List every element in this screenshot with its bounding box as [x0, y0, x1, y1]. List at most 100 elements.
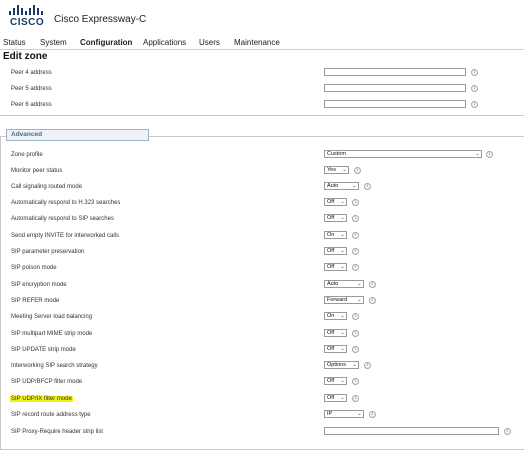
nav-users[interactable]: Users — [199, 38, 220, 47]
page-title: Edit zone — [3, 51, 48, 62]
info-icon[interactable]: i — [369, 281, 376, 288]
nav-configuration[interactable]: Configuration — [80, 38, 132, 47]
sip-update-strip-mode-value: Off — [327, 346, 335, 352]
sip-poison-mode-value: Off — [327, 264, 335, 270]
info-icon[interactable]: i — [369, 297, 376, 304]
info-icon[interactable]: i — [352, 248, 359, 255]
logo-text: CISCO — [10, 17, 45, 28]
sip-proxy-require-strip-list-input[interactable] — [324, 427, 499, 435]
info-icon[interactable]: i — [352, 346, 359, 353]
meeting-server-load-balancing-label: Meeting Server load balancing — [11, 314, 93, 320]
interworking-sip-search-strategy-select[interactable]: Options ⌄ — [324, 361, 359, 369]
info-icon[interactable]: i — [352, 313, 359, 320]
info-icon[interactable]: i — [352, 330, 359, 337]
sip-udp-bfcp-filter-mode-label: SIP UDP/BFCP filter mode — [11, 379, 83, 385]
send-empty-invite-select[interactable]: On ⌄ — [324, 231, 347, 239]
info-icon[interactable]: i — [364, 183, 371, 190]
monitor-peer-status-select[interactable]: Yes ⌄ — [324, 166, 349, 174]
interworking-sip-search-strategy-value: Options — [327, 362, 346, 368]
sip-searches-value: Off — [327, 215, 335, 221]
call-signaling-routed-mode-select[interactable]: Auto ⌄ — [324, 182, 359, 190]
sip-update-strip-mode-label: SIP UPDATE strip mode — [11, 347, 76, 353]
nav-status[interactable]: Status — [3, 38, 26, 47]
cisco-bars-icon — [9, 5, 43, 15]
main-nav: Status System Configuration Applications… — [0, 37, 524, 50]
sip-poison-mode-select[interactable]: Off ⌄ — [324, 263, 347, 271]
chevron-down-icon: ⌄ — [340, 395, 345, 401]
sip-multipart-mime-strip-mode-select[interactable]: Off ⌄ — [324, 329, 347, 337]
nav-maintenance[interactable]: Maintenance — [234, 38, 280, 47]
nav-applications[interactable]: Applications — [143, 38, 186, 47]
sip-multipart-mime-strip-mode-label: SIP multipart MIME strip mode — [11, 331, 93, 337]
sip-update-strip-mode-select[interactable]: Off ⌄ — [324, 345, 347, 353]
sip-parameter-preservation-label: SIP parameter preservation — [11, 249, 85, 255]
peer-6-label: Peer 6 address — [11, 102, 52, 108]
peer-5-input[interactable] — [324, 84, 466, 92]
nav-system[interactable]: System — [40, 38, 67, 47]
peer-5-label: Peer 5 address — [11, 86, 52, 92]
info-icon[interactable]: i — [352, 215, 359, 222]
info-icon[interactable]: i — [352, 395, 359, 402]
info-icon[interactable]: i — [364, 362, 371, 369]
zone-profile-value: Custom — [327, 151, 346, 157]
info-icon[interactable]: i — [352, 378, 359, 385]
sip-udp-ix-filter-mode-label: SIP UDP/IX filter mode — [10, 396, 73, 402]
chevron-down-icon: ⌄ — [357, 297, 362, 303]
sip-udp-bfcp-filter-mode-value: Off — [327, 378, 335, 384]
info-icon[interactable]: i — [471, 85, 478, 92]
sip-searches-select[interactable]: Off ⌄ — [324, 214, 347, 222]
info-icon[interactable]: i — [369, 411, 376, 418]
peer-4-input[interactable] — [324, 68, 466, 76]
peer-6-input[interactable] — [324, 100, 466, 108]
sip-record-route-address-type-select[interactable]: IP ⌄ — [324, 410, 364, 418]
sip-poison-mode-label: SIP poison mode — [11, 265, 57, 271]
monitor-peer-status-label: Monitor peer status — [11, 168, 63, 174]
sip-refer-mode-select[interactable]: Forward ⌄ — [324, 296, 364, 304]
zone-profile-label: Zone profile — [11, 152, 43, 158]
info-icon[interactable]: i — [352, 264, 359, 271]
sip-proxy-require-strip-list-label: SIP Proxy-Require header strip list — [11, 429, 103, 435]
peer-4-label: Peer 4 address — [11, 70, 52, 76]
chevron-down-icon: ⌄ — [340, 199, 345, 205]
chevron-down-icon: ⌄ — [340, 346, 345, 352]
info-icon[interactable]: i — [486, 151, 493, 158]
sip-refer-mode-label: SIP REFER mode — [11, 298, 60, 304]
zone-profile-select[interactable]: Custom ⌄ — [324, 150, 482, 158]
info-icon[interactable]: i — [352, 232, 359, 239]
sip-udp-bfcp-filter-mode-select[interactable]: Off ⌄ — [324, 377, 347, 385]
info-icon[interactable]: i — [471, 69, 478, 76]
chevron-down-icon: ⌄ — [340, 215, 345, 221]
info-icon[interactable]: i — [504, 428, 511, 435]
sip-encryption-mode-label: SIP encryption mode — [11, 282, 67, 288]
info-icon[interactable]: i — [354, 167, 361, 174]
chevron-down-icon: ⌄ — [340, 313, 345, 319]
chevron-down-icon: ⌄ — [352, 183, 357, 189]
chevron-down-icon: ⌄ — [475, 151, 480, 157]
chevron-down-icon: ⌄ — [357, 281, 362, 287]
h323-searches-label: Automatically respond to H.323 searches — [11, 200, 121, 206]
advanced-section-header[interactable]: Advanced — [6, 129, 149, 141]
sip-record-route-address-type-value: IP — [327, 411, 333, 417]
h323-searches-select[interactable]: Off ⌄ — [324, 198, 347, 206]
chevron-down-icon: ⌄ — [352, 362, 357, 368]
monitor-peer-status-value: Yes — [327, 167, 336, 173]
sip-encryption-mode-select[interactable]: Auto ⌄ — [324, 280, 364, 288]
chevron-down-icon: ⌄ — [340, 330, 345, 336]
send-empty-invite-value: On — [327, 232, 335, 238]
sip-encryption-mode-value: Auto — [327, 281, 339, 287]
app-header: CISCO Cisco Expressway-C — [0, 0, 524, 35]
info-icon[interactable]: i — [471, 101, 478, 108]
chevron-down-icon: ⌄ — [340, 232, 345, 238]
chevron-down-icon: ⌄ — [340, 248, 345, 254]
call-signaling-routed-mode-label: Call signaling routed mode — [11, 184, 83, 190]
sip-multipart-mime-strip-mode-value: Off — [327, 330, 335, 336]
sip-parameter-preservation-select[interactable]: Off ⌄ — [324, 247, 347, 255]
sip-udp-ix-filter-mode-select[interactable]: Off ⌄ — [324, 394, 347, 402]
cisco-logo: CISCO — [8, 5, 48, 29]
chevron-down-icon: ⌄ — [357, 411, 362, 417]
meeting-server-load-balancing-value: On — [327, 313, 335, 319]
h323-searches-value: Off — [327, 199, 335, 205]
meeting-server-load-balancing-select[interactable]: On ⌄ — [324, 312, 347, 320]
info-icon[interactable]: i — [352, 199, 359, 206]
chevron-down-icon: ⌄ — [340, 378, 345, 384]
